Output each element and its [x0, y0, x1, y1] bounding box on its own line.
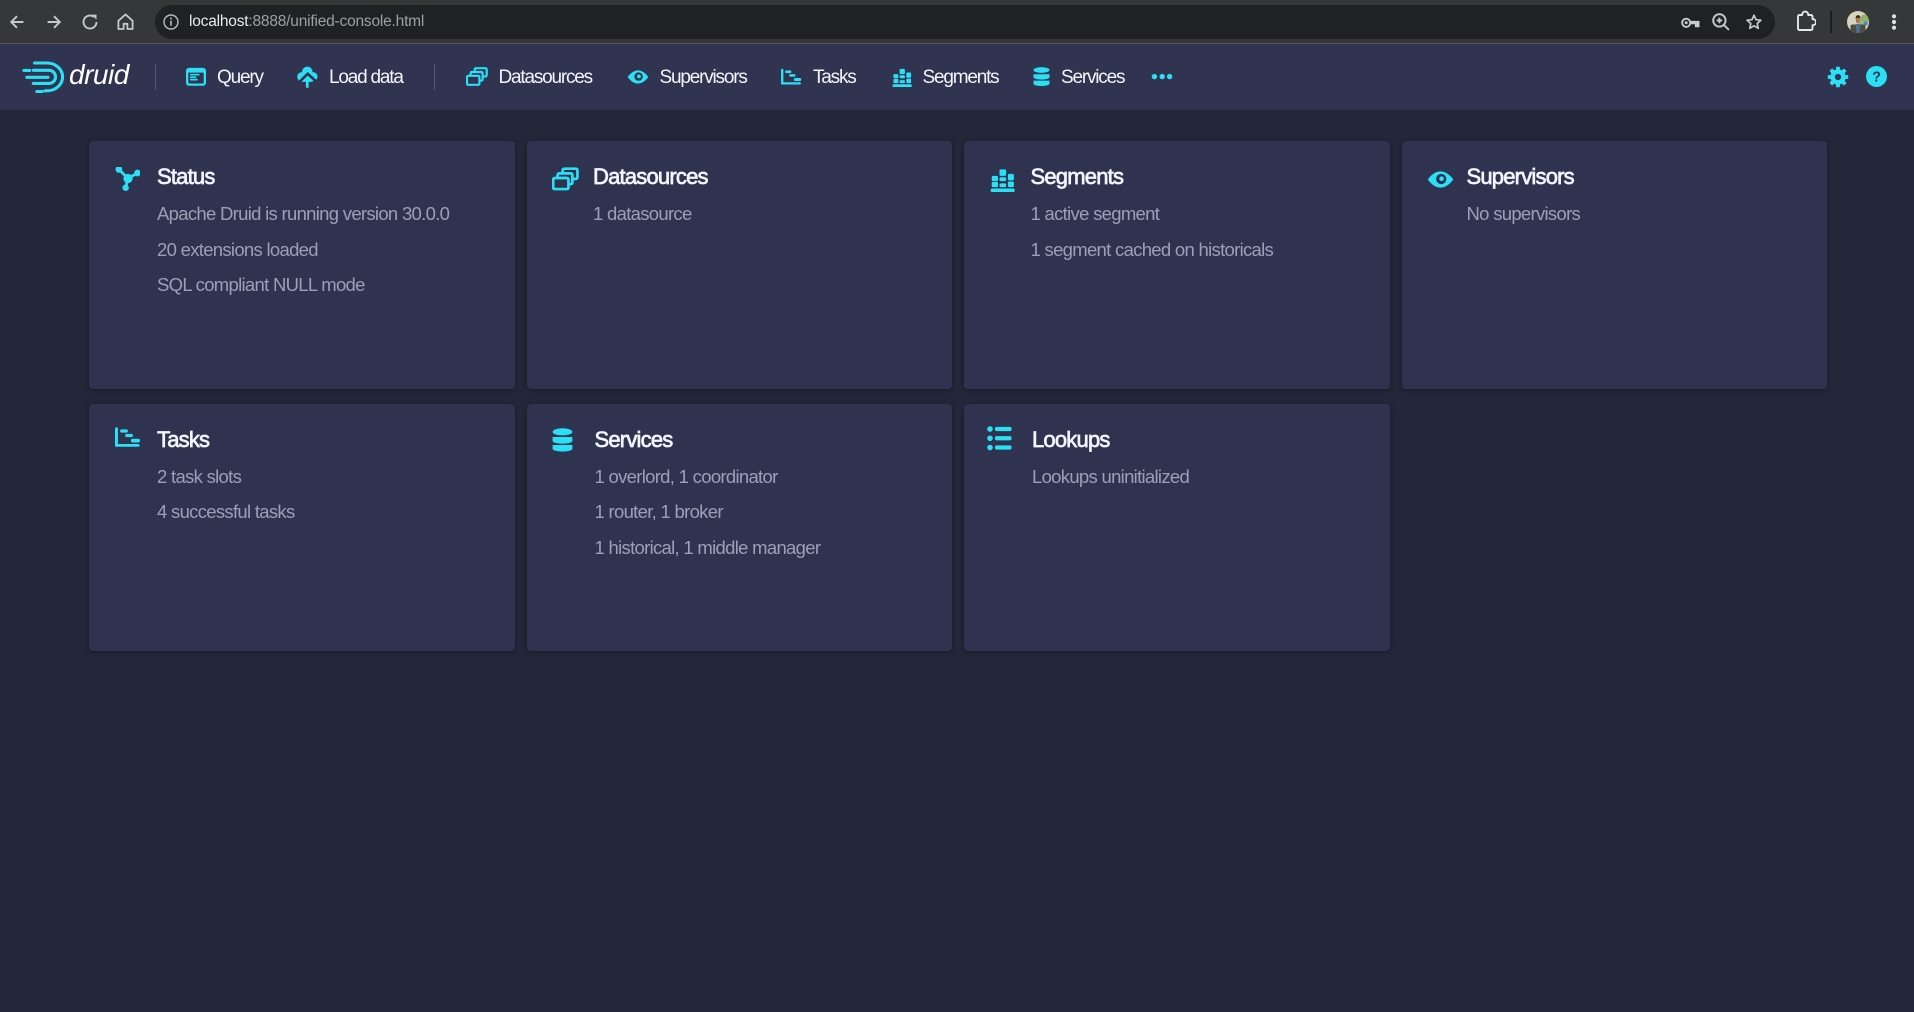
svg-text:?: ? [1872, 70, 1881, 86]
